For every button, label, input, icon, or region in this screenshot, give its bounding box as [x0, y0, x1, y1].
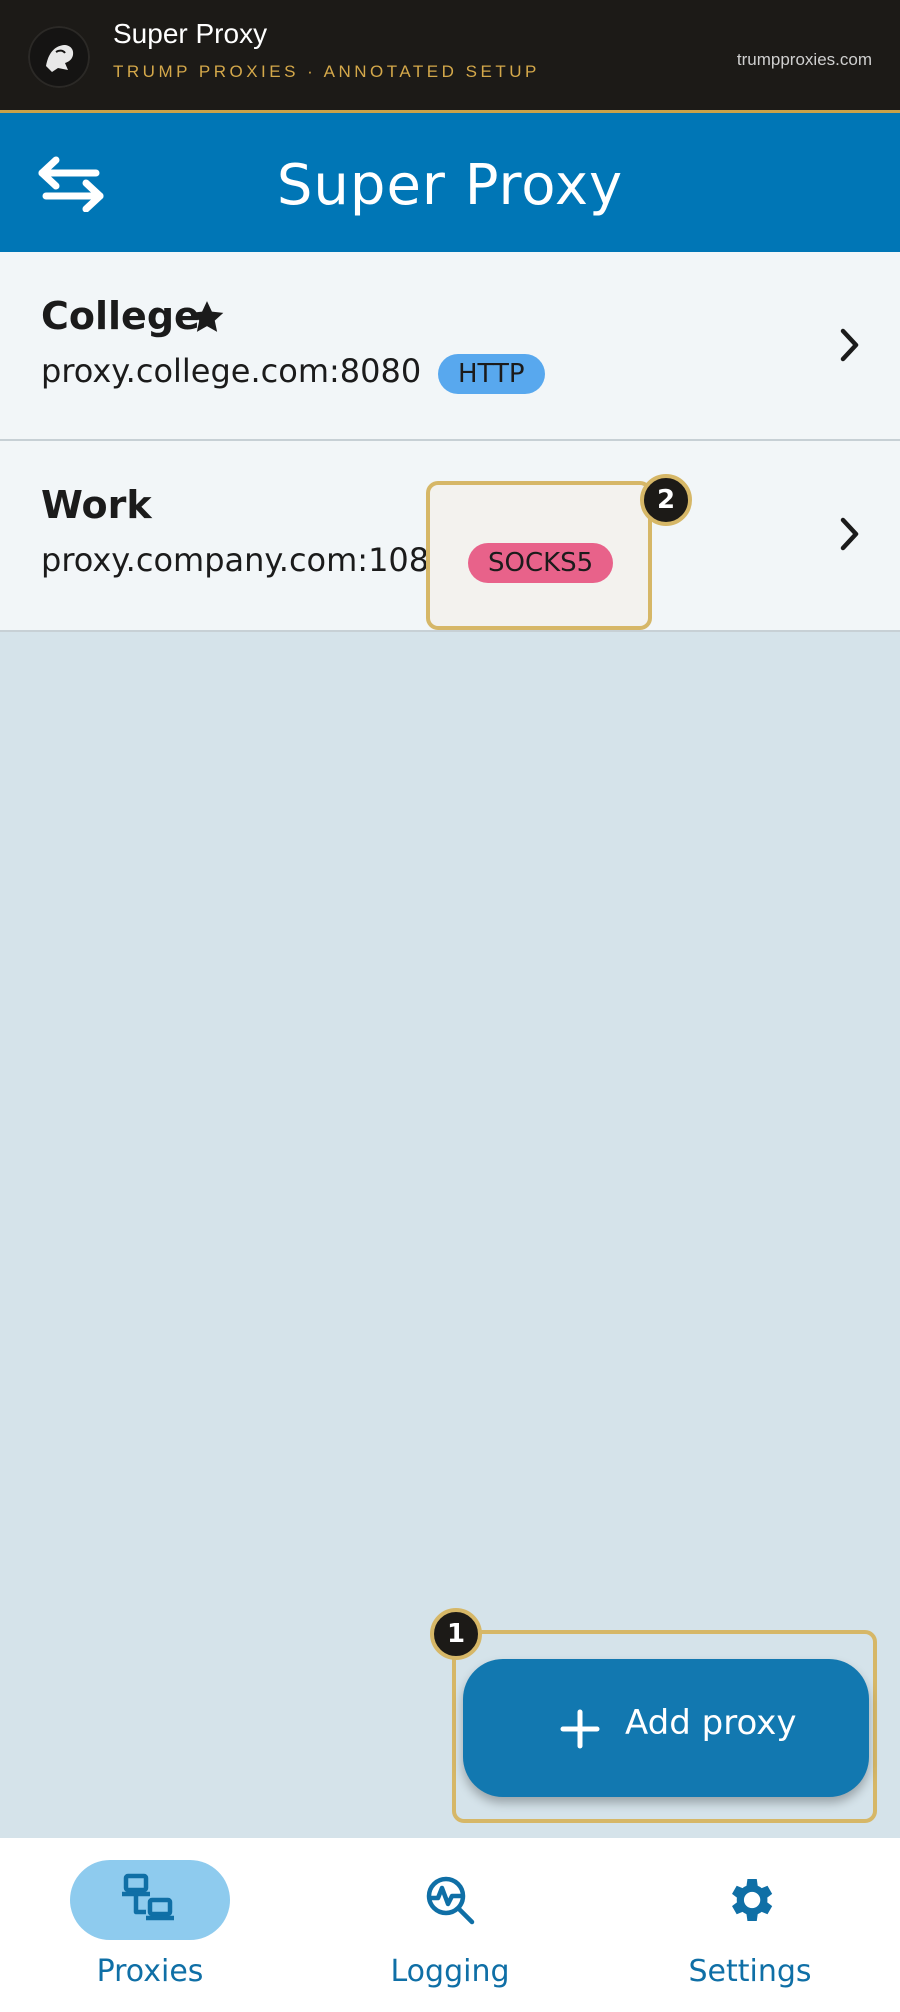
- proxy-name: Work: [41, 483, 152, 527]
- network-computers-icon: [120, 1872, 180, 1928]
- brand-logo-icon: [28, 26, 90, 88]
- protocol-badge-http: HTTP: [438, 354, 545, 394]
- add-proxy-label: Add proxy: [625, 1703, 797, 1743]
- protocol-badge-socks5: SOCKS5: [468, 543, 614, 583]
- app-title: Super Proxy: [276, 153, 624, 218]
- chevron-right-icon: [838, 515, 862, 553]
- gear-icon: [720, 1872, 780, 1928]
- banner-title: Super Proxy: [113, 18, 268, 49]
- annotation-number-2: 2: [640, 474, 692, 526]
- banner-subtitle: TRUMP PROXIES · ANNOTATED SETUP: [113, 62, 540, 81]
- proxy-list-item-college[interactable]: College proxy.college.com:8080 HTTP: [0, 252, 900, 441]
- nav-item-settings[interactable]: Settings: [600, 1838, 900, 2012]
- proxy-host: proxy.college.com:8080: [41, 352, 422, 390]
- favorite-star-icon: [188, 298, 226, 336]
- banner-url[interactable]: trumpproxies.com: [737, 50, 872, 70]
- add-proxy-button[interactable]: Add proxy: [463, 1659, 869, 1797]
- search-activity-icon: [420, 1872, 480, 1928]
- proxy-list-item-work[interactable]: Work proxy.company.com:1080 SOCKS5: [0, 441, 900, 632]
- nav-label-logging: Logging: [390, 1954, 510, 1989]
- nav-item-proxies[interactable]: Proxies: [0, 1838, 300, 2012]
- bottom-navigation: Proxies Logging Settings: [0, 1838, 900, 2012]
- annotation-number-1: 1: [430, 1608, 482, 1660]
- chevron-right-icon: [838, 326, 862, 364]
- brand-banner: Super Proxy TRUMP PROXIES · ANNOTATED SE…: [0, 0, 900, 113]
- proxy-name: College: [41, 294, 200, 338]
- proxy-host: proxy.company.com:1080: [41, 541, 450, 579]
- plus-icon: [560, 1709, 600, 1749]
- nav-label-proxies: Proxies: [96, 1954, 204, 1989]
- app-bar: Super Proxy: [0, 113, 900, 252]
- nav-item-logging[interactable]: Logging: [300, 1838, 600, 2012]
- nav-label-settings: Settings: [688, 1954, 812, 1989]
